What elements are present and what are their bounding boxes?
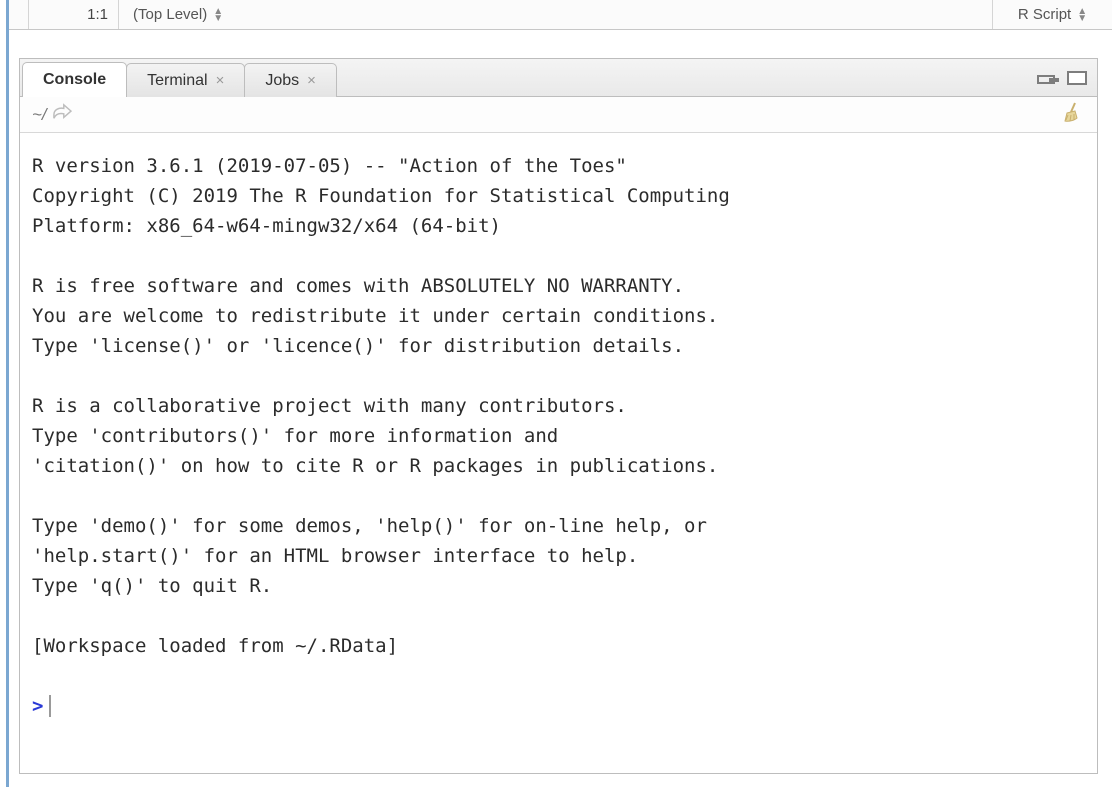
console-toolbar: ~/: [20, 97, 1097, 133]
pane-window-controls: [1037, 59, 1097, 96]
view-directory-icon[interactable]: [51, 103, 73, 126]
console-prompt: >: [32, 691, 43, 721]
scope-label: (Top Level): [133, 6, 207, 23]
tab-label: Jobs: [265, 72, 299, 90]
minimize-pane-icon[interactable]: [1037, 68, 1061, 88]
console-output[interactable]: R version 3.6.1 (2019-07-05) -- "Action …: [20, 133, 1097, 773]
close-icon[interactable]: ×: [216, 72, 225, 89]
pane-tabbar: Console Terminal × Jobs ×: [20, 59, 1097, 97]
tab-terminal[interactable]: Terminal ×: [126, 63, 245, 97]
chevron-up-down-icon: ▲▼: [213, 8, 223, 22]
maximize-pane-icon[interactable]: [1067, 71, 1087, 85]
console-pane: Console Terminal × Jobs ×: [19, 58, 1098, 774]
pane-gap: [9, 30, 1112, 58]
close-icon[interactable]: ×: [307, 72, 316, 89]
tab-console[interactable]: Console: [22, 62, 127, 97]
source-status-bar: 1:1 (Top Level) ▲▼ R Script ▲▼: [9, 0, 1112, 30]
language-selector[interactable]: R Script ▲▼: [992, 0, 1112, 29]
chevron-up-down-icon: ▲▼: [1077, 8, 1087, 22]
status-left-spacer: [9, 0, 29, 29]
tab-label: Terminal: [147, 72, 207, 90]
console-text: R version 3.6.1 (2019-07-05) -- "Action …: [32, 155, 730, 657]
working-directory[interactable]: ~/: [32, 105, 47, 125]
scope-selector[interactable]: (Top Level) ▲▼: [119, 0, 992, 29]
language-label: R Script: [1018, 6, 1071, 23]
text-cursor: [49, 695, 51, 717]
tab-jobs[interactable]: Jobs ×: [244, 63, 337, 97]
cursor-position-text: 1:1: [87, 6, 108, 23]
cursor-position[interactable]: 1:1: [29, 0, 119, 29]
clear-console-icon[interactable]: [1061, 100, 1085, 129]
tab-label: Console: [43, 71, 106, 89]
pane-tabs: Console Terminal × Jobs ×: [20, 59, 336, 96]
